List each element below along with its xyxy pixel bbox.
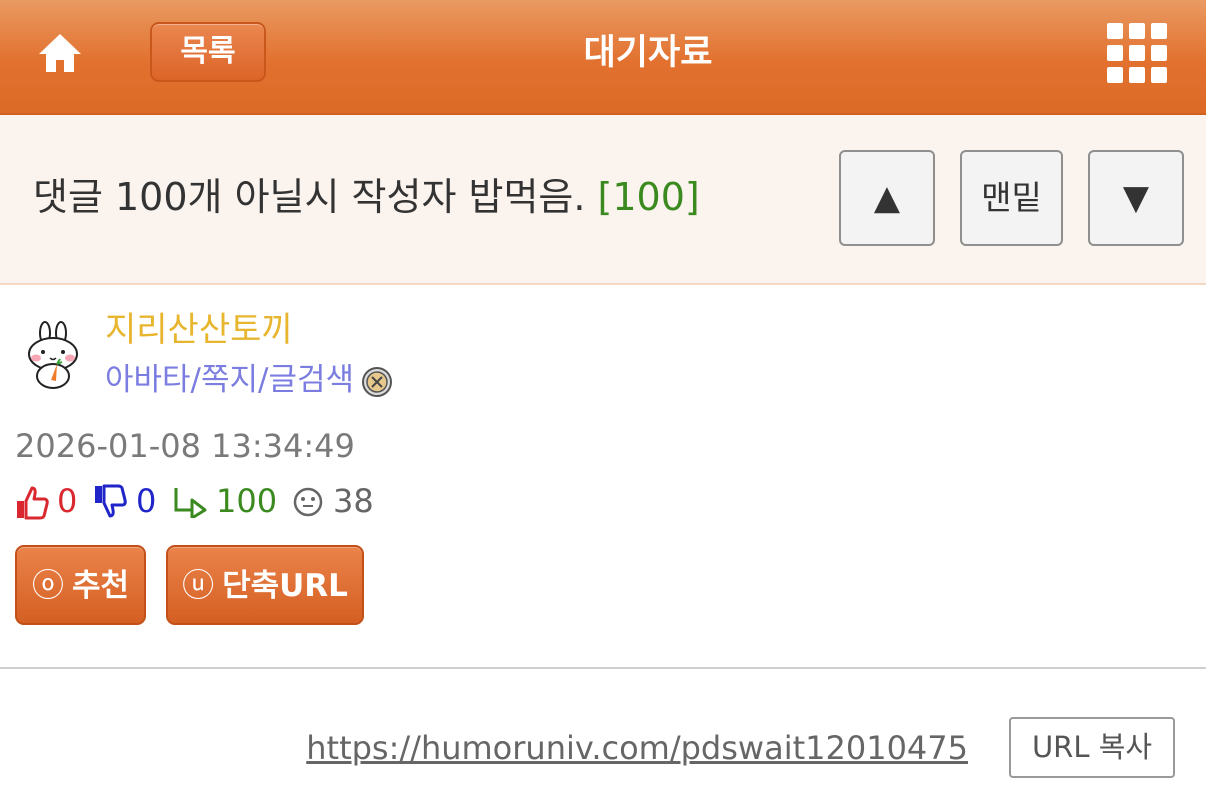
page-title: 대기자료: [583, 33, 713, 73]
thumbs-down-icon[interactable]: [93, 484, 127, 520]
post-date: 2026-01-08 13:34:49: [15, 427, 355, 465]
scroll-down-button[interactable]: ▼: [1088, 150, 1184, 246]
thumbs-up-icon[interactable]: [15, 484, 49, 520]
section-divider: [0, 667, 1206, 669]
upvote-count: 0: [57, 482, 78, 520]
short-url-link[interactable]: https://humoruniv.com/pdswait12010475: [306, 726, 968, 770]
top-navigation-bar: 목록 대기자료: [0, 0, 1206, 115]
post-title-text: 댓글 100개 아닐시 작성자 밥먹음.: [33, 175, 586, 219]
rabbit-avatar[interactable]: [23, 320, 83, 392]
copy-url-button[interactable]: URL 복사: [1009, 717, 1175, 778]
recommend-label: 추천: [71, 568, 130, 604]
report-icon[interactable]: [361, 366, 393, 398]
view-count-icon: [293, 487, 323, 517]
author-name[interactable]: 지리산산토끼: [105, 308, 293, 352]
view-count: 38: [333, 482, 374, 520]
recommend-button[interactable]: ⓞ 추천: [15, 545, 146, 625]
reply-icon: [174, 488, 207, 518]
grid-menu-icon[interactable]: [1107, 23, 1167, 83]
reply-count: 100: [216, 482, 278, 520]
comment-count[interactable]: [100]: [598, 175, 700, 219]
scroll-up-button[interactable]: ▲: [839, 150, 935, 246]
short-url-icon: ⓤ: [182, 566, 215, 604]
author-links[interactable]: 아바타/쪽지/글검색: [105, 360, 354, 400]
post-title: 댓글 100개 아닐시 작성자 밥먹음. [100]: [33, 172, 700, 222]
scroll-bottom-button[interactable]: 맨밑: [960, 150, 1063, 246]
short-url-button[interactable]: ⓤ 단축URL: [166, 545, 364, 625]
recommend-icon: ⓞ: [31, 566, 64, 604]
short-url-label: 단축URL: [222, 568, 348, 604]
downvote-count: 0: [136, 482, 157, 520]
